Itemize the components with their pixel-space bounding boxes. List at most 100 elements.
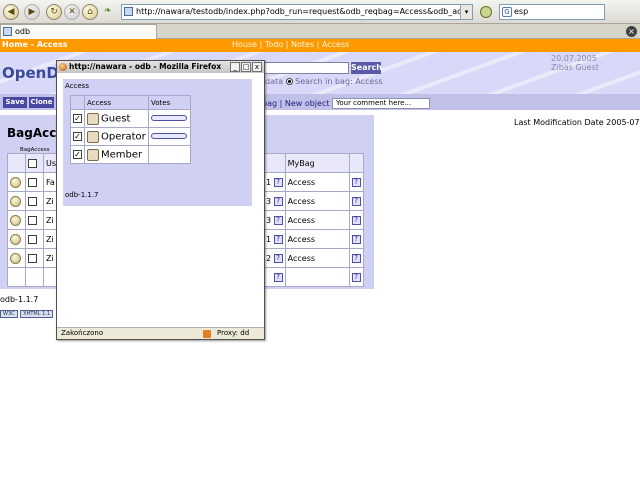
popup-window: http://nawara - odb - Mozilla Firefox _ … — [56, 60, 265, 340]
breadcrumb[interactable]: Home - Access — [2, 40, 67, 49]
proxy-status[interactable]: Proxy: dd — [217, 328, 249, 339]
help-icon[interactable]: ? — [351, 215, 361, 225]
col-votes-header: Votes — [148, 95, 191, 110]
row-num: 1 — [266, 177, 272, 187]
help-icon[interactable]: ? — [273, 177, 283, 187]
row-bag[interactable]: Access — [284, 210, 350, 230]
operator-checkbox[interactable]: ✓ — [73, 132, 82, 141]
row-checkbox[interactable] — [28, 234, 37, 244]
popup-title: http://nawara - odb - Mozilla Firefox — [69, 62, 222, 71]
lock-icon[interactable] — [10, 214, 21, 226]
search-text: esp — [514, 7, 529, 16]
row-checkbox[interactable] — [28, 196, 37, 206]
page-icon — [124, 7, 133, 16]
bookmark-leaf-icon: ❧ — [104, 6, 112, 16]
select-all-checkbox[interactable] — [28, 158, 37, 168]
member-role-icon — [87, 148, 99, 161]
help-icon[interactable]: ? — [273, 215, 283, 225]
help-icon[interactable]: ? — [273, 253, 283, 263]
row-bag[interactable]: Access — [284, 229, 350, 249]
help-icon[interactable]: ? — [351, 234, 361, 244]
col-access-header: Access — [84, 95, 149, 110]
url-text: http://nawara/testodb/index.php?odb_run=… — [136, 7, 473, 16]
role-row-operator[interactable]: ✓ Operator — [70, 127, 191, 146]
tab-page-icon — [3, 27, 12, 36]
help-icon[interactable]: ? — [351, 177, 361, 187]
search-button[interactable]: Search — [351, 62, 382, 74]
close-icon[interactable]: x — [252, 62, 262, 72]
clone-button[interactable]: Clone — [29, 97, 54, 108]
date-text: 20.07.2005 — [551, 54, 597, 63]
maximize-icon[interactable]: □ — [241, 62, 251, 72]
help-icon[interactable]: ? — [273, 196, 283, 206]
action-links[interactable]: bag | New object | — [262, 99, 335, 108]
help-icon[interactable]: ? — [351, 196, 361, 206]
bag-title: BagAcc — [7, 126, 57, 140]
row-num: 3 — [266, 215, 272, 225]
role-label: Member — [101, 149, 143, 160]
lock-icon[interactable] — [10, 176, 21, 188]
top-menubar: Home - Access House | Todo | Notes | Acc… — [0, 39, 640, 52]
url-dropdown-icon[interactable]: ▾ — [460, 5, 472, 19]
col-mybag-header: MyBag — [284, 153, 350, 173]
tab-title: odb — [15, 27, 31, 36]
search-engine-icon[interactable]: G — [502, 7, 512, 17]
row-bag[interactable]: Access — [284, 248, 350, 268]
date-user-box: 20.07.2005 Zibas Guest — [551, 54, 599, 72]
row-num: 1 — [266, 234, 272, 244]
rss-icon[interactable] — [203, 330, 211, 338]
search-options: ll data Search in bag: Access — [258, 77, 383, 86]
row-bag[interactable]: Access — [284, 172, 350, 192]
help-icon[interactable]: ? — [351, 253, 361, 263]
popup-version: odb-1.1.7 — [65, 191, 99, 199]
role-label: Guest — [101, 113, 131, 124]
search-input[interactable]: G esp — [499, 4, 605, 20]
url-bar[interactable]: http://nawara/testodb/index.php?odb_run=… — [121, 4, 473, 20]
site-search-input[interactable] — [258, 62, 349, 74]
comment-input[interactable]: Your comment here... — [332, 98, 430, 109]
help-icon[interactable]: ? — [351, 272, 361, 282]
help-icon[interactable]: ? — [273, 234, 283, 244]
row-bag[interactable]: Access — [284, 191, 350, 211]
stop-icon[interactable]: ✕ — [64, 4, 80, 20]
close-tab-icon[interactable]: × — [626, 26, 637, 37]
save-button[interactable]: Save — [3, 97, 27, 108]
top-links[interactable]: House | Todo | Notes | Access — [232, 40, 349, 49]
minimize-icon[interactable]: _ — [230, 62, 240, 72]
lock-icon[interactable] — [10, 252, 21, 264]
lock-icon[interactable] — [10, 195, 21, 207]
search-in-bag-label: Search in bag: Access — [295, 77, 383, 86]
row-num: 3 — [266, 196, 272, 206]
back-icon[interactable]: ◀ — [3, 4, 19, 20]
user-text: Zibas Guest — [551, 63, 599, 72]
access-header-row: Access Votes — [70, 95, 191, 110]
search-in-bag-radio[interactable] — [285, 78, 293, 85]
row-checkbox[interactable] — [28, 253, 37, 263]
help-icon[interactable]: ? — [273, 272, 283, 282]
row-num: 2 — [266, 253, 272, 263]
xhtml-badge[interactable]: XHTML 1.1 — [20, 310, 54, 318]
role-row-member[interactable]: ✓ Member — [70, 145, 191, 164]
popup-body: Access Access Votes ✓ Guest ✓ Operator ✓… — [57, 73, 264, 327]
member-checkbox[interactable]: ✓ — [73, 150, 82, 159]
lock-icon[interactable] — [10, 233, 21, 245]
reload-icon[interactable]: ↻ — [46, 4, 62, 20]
guest-role-icon — [87, 112, 99, 125]
row-checkbox[interactable] — [28, 177, 37, 187]
access-table: Access Votes ✓ Guest ✓ Operator ✓ Member — [70, 95, 191, 164]
home-icon[interactable]: ⌂ — [82, 4, 98, 20]
footer-version: odb-1.1.7 — [0, 295, 39, 304]
go-icon[interactable] — [480, 6, 492, 18]
forward-icon[interactable]: ▶ — [24, 4, 40, 20]
validator-badges: W3C XHTML 1.1 — [0, 310, 54, 319]
logo: OpenD — [2, 64, 59, 82]
guest-checkbox[interactable]: ✓ — [73, 114, 82, 123]
w3c-badge[interactable]: W3C — [0, 310, 18, 318]
votes-bar — [151, 114, 187, 121]
operator-role-icon — [87, 130, 99, 143]
row-checkbox[interactable] — [28, 215, 37, 225]
role-row-guest[interactable]: ✓ Guest — [70, 109, 191, 128]
tab-odb[interactable]: odb — [0, 24, 157, 39]
status-text: Zakończono — [61, 329, 104, 337]
browser-toolbar: ◀ ▶ ↻ ✕ ⌂ ❧ http://nawara/testodb/index.… — [0, 0, 640, 24]
